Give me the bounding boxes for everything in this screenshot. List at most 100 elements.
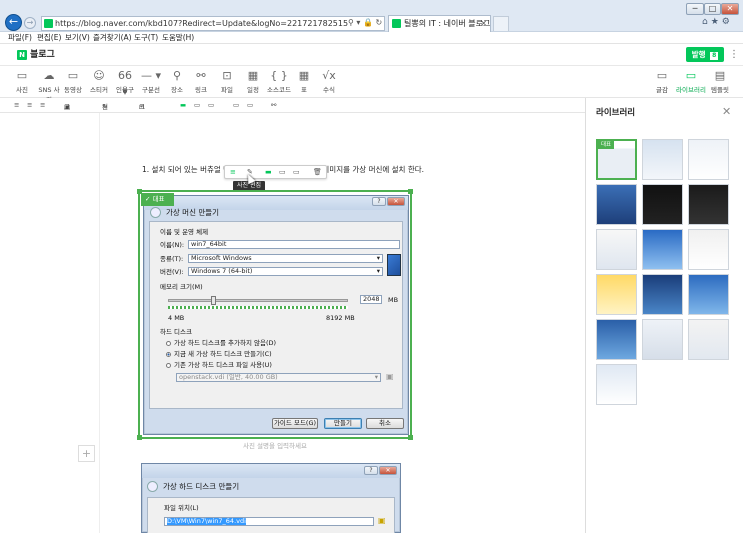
type-select[interactable]: Microsoft Windows ▾ [188,254,383,263]
search-icon[interactable]: ⚲ [348,18,354,27]
tool-table[interactable]: ▦ 표 [293,68,315,94]
image-caption[interactable]: 사진 설명을 입력하세요 [142,442,408,451]
existing-disk-select[interactable]: openstack.vdi (일반, 40.00 GB) ▾ [176,373,381,382]
layout-text-right-icon[interactable]: ▭ [247,100,253,110]
representative-badge[interactable]: ✓ 대표 [141,193,174,206]
align-left-icon[interactable]: ≡ [14,100,19,110]
minimize-button[interactable]: ─ [686,3,704,15]
library-thumbnail[interactable] [596,184,637,225]
menu-edit[interactable]: 편집(E) [37,32,61,43]
tool-place[interactable]: ⚲ 장소 [166,68,188,94]
library-thumbnail[interactable] [688,229,729,270]
browser-tab[interactable]: 틸뽕의 IT : 네이버 블로그 ✕ [388,15,491,32]
home-icon[interactable]: ⌂ [702,17,711,27]
disk-option-none[interactable]: 가상 하드 디스크를 추가하지 않음(D) [166,339,276,347]
blog-title[interactable]: 블로그 [30,49,55,61]
favorites-star-icon[interactable]: ★ [711,17,722,27]
file-location-input[interactable]: D:\VM\Win7\win7_64.vdi [164,517,374,526]
maximize-button[interactable]: □ [704,3,721,15]
tool-material[interactable]: ▭ 글감 [651,68,673,94]
library-thumbnail[interactable] [596,319,637,360]
add-block-button[interactable]: + [78,445,95,462]
library-thumbnail[interactable] [596,364,637,405]
disk-option-existing[interactable]: 기존 가상 하드 디스크 파일 사용(U) [166,361,272,369]
layout-wide-icon[interactable]: ▭ [208,100,214,110]
library-thumbnail[interactable] [596,274,637,315]
refresh-icon[interactable]: ↻ [375,18,382,27]
radio-existing[interactable] [166,362,171,368]
hd-folder-icon[interactable]: ▣ [378,516,386,525]
name-input[interactable]: win7_64bit [188,240,400,249]
radio-none[interactable] [166,340,171,346]
create-button[interactable]: 만들기 [324,418,362,429]
library-thumbnail[interactable] [642,229,683,270]
tool-source-code[interactable]: { } 소스코드 [266,68,292,94]
menu-view[interactable]: 보기(V) [65,32,90,43]
tool-sticker[interactable]: ☺ 스티커 [88,68,110,94]
layout-text-left-icon[interactable]: ▭ [233,100,239,110]
layout-full-icon[interactable]: ▭ [194,100,200,110]
library-thumbnail[interactable] [688,139,729,180]
menu-help[interactable]: 도움말(H) [162,32,194,43]
more-menu-icon[interactable]: ⋮ [729,49,739,60]
img-layout-3-icon[interactable]: ▭ [293,168,300,176]
img-delete-icon[interactable]: 🗑 [313,168,322,176]
library-thumbnail[interactable] [642,274,683,315]
menu-tools[interactable]: 도구(T) [134,32,158,43]
memory-value-input[interactable]: 2048 [360,295,382,304]
publish-button[interactable]: 발행 8 [686,47,724,62]
tool-divider[interactable]: — ▾ 구분선 [140,68,162,94]
menu-file[interactable]: 파일(F) [8,32,32,43]
library-thumbnail[interactable] [642,184,683,225]
tool-video[interactable]: ▭ 동영상 [62,68,84,94]
cancel-button[interactable]: 취소 [366,418,404,429]
close-button[interactable]: ✕ [721,3,739,15]
align-right-icon[interactable]: ≡ [40,100,45,110]
tool-quote[interactable]: 66 ▾ 인용구 [114,68,136,98]
folder-icon[interactable]: ▣ [386,372,394,381]
version-select[interactable]: Windows 7 (64-bit) ▾ [188,267,383,276]
settings-gear-icon[interactable]: ⚙ [722,17,733,27]
img-layout-1-icon[interactable]: ▬ [265,168,272,176]
library-close-icon[interactable]: ✕ [722,105,731,118]
library-thumbnail[interactable] [642,139,683,180]
address-bar[interactable]: https://blog.naver.com/kbd107?Redirect=U… [41,16,385,31]
memory-slider-track[interactable] [168,296,348,305]
hd-back-icon[interactable] [147,481,158,492]
handle-tr[interactable] [408,189,413,194]
vm-help-button[interactable]: ? [372,197,386,206]
tab-close-icon[interactable]: ✕ [480,16,487,31]
guide-mode-button[interactable]: 가이드 모드(G) [272,418,318,429]
forward-button[interactable]: → [24,17,36,29]
img-align-icon[interactable]: ≡ [230,168,236,176]
selected-image[interactable]: ? ✕ 가상 머신 만들기 이름 및 운영 체제 이름(N): win7_64b… [137,189,413,440]
img-layout-2-icon[interactable]: ▭ [279,168,286,176]
radio-create[interactable] [166,351,171,357]
hd-help-button[interactable]: ? [364,466,378,475]
library-thumbnail[interactable]: 대표 [596,139,637,180]
disk-option-create[interactable]: 지금 새 가상 하드 디스크 만들기(C) [166,350,272,358]
naver-logo[interactable]: N [17,50,27,60]
link-insert-icon[interactable]: ⚯ [271,100,276,110]
library-thumbnail[interactable] [642,319,683,360]
handle-bl[interactable] [137,435,142,440]
tool-schedule[interactable]: ▦ 일정 [242,68,264,94]
library-thumbnail[interactable] [688,319,729,360]
tool-template[interactable]: ▤ 템플릿 [709,68,731,94]
tool-library[interactable]: ▭ 라이브러리 [676,68,706,94]
library-thumbnail[interactable] [688,184,729,225]
tool-photo[interactable]: ▭ 사진 [11,68,33,94]
menu-favorites[interactable]: 즐겨찾기(A) [93,32,132,43]
new-tab-button[interactable] [493,16,509,31]
tool-link[interactable]: ⚯ 링크 [190,68,212,94]
handle-br[interactable] [408,435,413,440]
memory-slider-thumb[interactable] [211,296,216,305]
vm-back-icon[interactable] [150,207,161,218]
vm-close-button[interactable]: ✕ [387,197,405,206]
hd-close-button[interactable]: ✕ [379,466,397,475]
address-actions[interactable]: ⚲ ▾ 🔒 ↻ [348,18,382,27]
layout-inline-icon[interactable]: ▬ [180,100,186,110]
library-thumbnail[interactable] [688,274,729,315]
library-thumbnail[interactable] [596,229,637,270]
tool-formula[interactable]: √x 수식 [318,68,340,94]
